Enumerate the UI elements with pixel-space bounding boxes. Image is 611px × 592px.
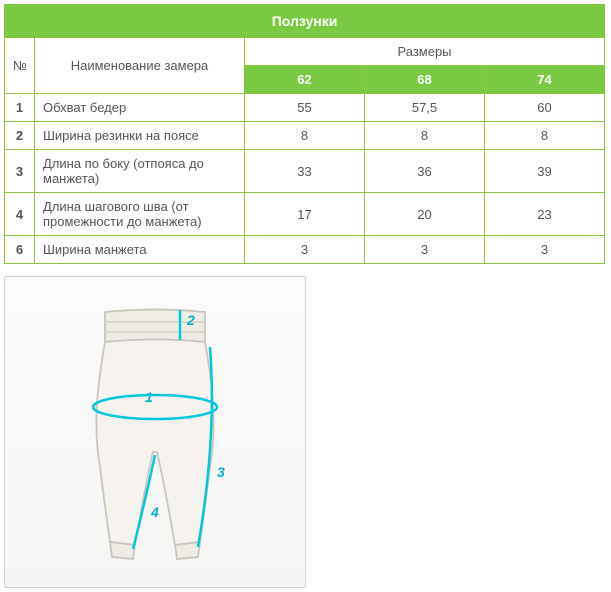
row-val: 55 [245,94,365,122]
table-row: 4 Длина шагового шва (от промежности до … [5,193,605,236]
row-val: 3 [245,236,365,264]
table-title: Ползунки [5,5,605,38]
col-sizes-header: Размеры [245,38,605,66]
measurement-diagram: 1 2 3 4 [4,276,306,588]
row-val: 17 [245,193,365,236]
table-row: 1 Обхват бедер 55 57,5 60 [5,94,605,122]
row-val: 39 [485,150,605,193]
row-val: 23 [485,193,605,236]
row-name: Длина по боку (отпояса до манжета) [35,150,245,193]
col-name-header: Наименование замера [35,38,245,94]
row-num: 2 [5,122,35,150]
row-val: 20 [365,193,485,236]
row-val: 36 [365,150,485,193]
diagram-label-1: 1 [145,389,153,405]
row-num: 6 [5,236,35,264]
row-val: 3 [485,236,605,264]
table-row: 6 Ширина манжета 3 3 3 [5,236,605,264]
row-val: 3 [365,236,485,264]
row-val: 33 [245,150,365,193]
row-val: 8 [245,122,365,150]
size-col-2: 74 [485,66,605,94]
row-val: 60 [485,94,605,122]
row-num: 4 [5,193,35,236]
col-num-header: № [5,38,35,94]
row-val: 57,5 [365,94,485,122]
diagram-label-4: 4 [150,504,159,520]
diagram-label-3: 3 [217,464,225,480]
size-col-1: 68 [365,66,485,94]
sizing-table: Ползунки № Наименование замера Размеры 6… [4,4,605,264]
row-name: Ширина манжета [35,236,245,264]
row-name: Длина шагового шва (от промежности до ма… [35,193,245,236]
diagram-label-2: 2 [186,312,195,328]
row-name: Ширина резинки на поясе [35,122,245,150]
pants-diagram-svg: 1 2 3 4 [5,277,305,587]
table-body: 1 Обхват бедер 55 57,5 60 2 Ширина резин… [5,94,605,264]
row-val: 8 [485,122,605,150]
row-name: Обхват бедер [35,94,245,122]
table-row: 3 Длина по боку (отпояса до манжета) 33 … [5,150,605,193]
size-col-0: 62 [245,66,365,94]
pants-outline [96,310,213,560]
table-row: 2 Ширина резинки на поясе 8 8 8 [5,122,605,150]
row-num: 1 [5,94,35,122]
row-num: 3 [5,150,35,193]
row-val: 8 [365,122,485,150]
